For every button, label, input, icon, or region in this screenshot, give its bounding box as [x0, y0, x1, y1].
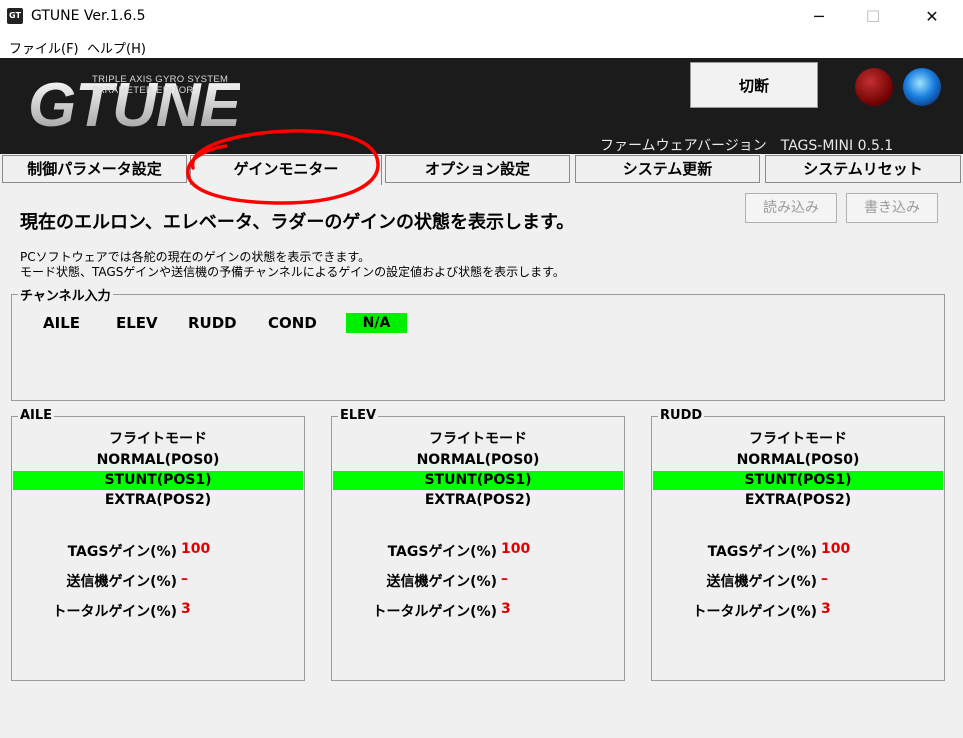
transmitter-gain-label: 送信機ゲイン(%) [706, 574, 817, 590]
minimize-button[interactable]: ─ [796, 0, 842, 34]
gain-panel-label: RUDD [658, 408, 705, 423]
flight-mode-option: EXTRA(POS2) [424, 492, 532, 508]
flight-mode-active: STUNT(POS1) [13, 471, 303, 490]
tags-gain-value: 100 [821, 541, 851, 557]
tags-gain-label: TAGSゲイン(%) [707, 544, 817, 560]
close-button[interactable]: ✕ [909, 0, 955, 34]
tab-system-update[interactable]: システム更新 [575, 155, 760, 183]
total-gain-row: トータルゲイン(%) 3 [651, 601, 945, 621]
gain-panel-label: AILE [18, 408, 55, 423]
flight-mode-label: フライトモード [749, 431, 847, 447]
flight-mode-active: STUNT(POS1) [333, 471, 623, 490]
menu-help[interactable]: ヘルプ(H) [87, 38, 146, 57]
flight-mode-label: フライトモード [109, 431, 207, 447]
flight-mode-option: NORMAL(POS0) [416, 452, 540, 468]
total-gain-label: トータルゲイン(%) [52, 604, 177, 620]
transmitter-gain-value: – [181, 571, 188, 587]
channel-input-group [11, 294, 945, 401]
transmitter-gain-row: 送信機ゲイン(%) – [331, 571, 625, 591]
tags-gain-row: TAGSゲイン(%) 100 [11, 541, 305, 561]
flight-mode-option: EXTRA(POS2) [104, 492, 212, 508]
firmware-version: ファームウェアバージョン TAGS-MINI 0.5.1 [600, 138, 894, 154]
window-title: GTUNE Ver.1.6.5 [31, 8, 146, 24]
channel-elev: ELEV [116, 314, 158, 332]
transmitter-gain-value: – [821, 571, 828, 587]
total-gain-label: トータルゲイン(%) [692, 604, 817, 620]
tags-gain-value: 100 [181, 541, 211, 557]
total-gain-row: トータルゲイン(%) 3 [331, 601, 625, 621]
channel-aile: AILE [43, 314, 80, 332]
transmitter-gain-label: 送信機ゲイン(%) [386, 574, 497, 590]
app-icon: GT [7, 8, 23, 24]
logo-subtitle-line2: PARAMETER EDITOR [92, 85, 194, 96]
status-led-red-icon [855, 68, 893, 106]
transmitter-gain-value: – [501, 571, 508, 587]
flight-mode-option: NORMAL(POS0) [96, 452, 220, 468]
transmitter-gain-label: 送信機ゲイン(%) [66, 574, 177, 590]
tags-gain-label: TAGSゲイン(%) [387, 544, 497, 560]
total-gain-value: 3 [501, 601, 511, 617]
total-gain-value: 3 [821, 601, 831, 617]
highlight-circle-annotation [186, 129, 380, 205]
tags-gain-label: TAGSゲイン(%) [67, 544, 177, 560]
description-line2: モード状態、TAGSゲインや送信機の予備チャンネルによるゲインの設定値および状態… [20, 265, 565, 279]
logo-subtitle-line1: TRIPLE AXIS GYRO SYSTEM [92, 74, 229, 85]
transmitter-gain-row: 送信機ゲイン(%) – [11, 571, 305, 591]
status-led-blue-icon [903, 68, 941, 106]
maximize-button[interactable]: ☐ [850, 0, 896, 34]
tags-gain-row: TAGSゲイン(%) 100 [651, 541, 945, 561]
flight-mode-active: STUNT(POS1) [653, 471, 943, 490]
disconnect-button[interactable]: 切断 [690, 62, 818, 108]
channel-cond: COND [268, 314, 317, 332]
flight-mode-label: フライトモード [429, 431, 527, 447]
channel-status-badge: N/A [346, 313, 407, 333]
tags-gain-row: TAGSゲイン(%) 100 [331, 541, 625, 561]
page-heading: 現在のエルロン、エレベータ、ラダーのゲインの状態を表示します。 [20, 212, 575, 233]
transmitter-gain-row: 送信機ゲイン(%) – [651, 571, 945, 591]
total-gain-label: トータルゲイン(%) [372, 604, 497, 620]
read-button[interactable]: 読み込み [745, 193, 837, 223]
flight-mode-option: EXTRA(POS2) [744, 492, 852, 508]
channel-rudd: RUDD [188, 314, 237, 332]
tab-option-settings[interactable]: オプション設定 [385, 155, 570, 183]
write-button[interactable]: 書き込み [846, 193, 938, 223]
flight-mode-option: NORMAL(POS0) [736, 452, 860, 468]
tab-system-reset[interactable]: システムリセット [765, 155, 961, 183]
logo-subtitle: TRIPLE AXIS GYRO SYSTEM PARAMETER EDITOR [92, 74, 228, 96]
tags-gain-value: 100 [501, 541, 531, 557]
total-gain-row: トータルゲイン(%) 3 [11, 601, 305, 621]
channel-input-label: チャンネル入力 [18, 285, 113, 304]
total-gain-value: 3 [181, 601, 191, 617]
tab-control-parameters[interactable]: 制御パラメータ設定 [2, 155, 187, 183]
gain-panel-label: ELEV [338, 408, 379, 423]
menu-file[interactable]: ファイル(F) [9, 38, 79, 57]
